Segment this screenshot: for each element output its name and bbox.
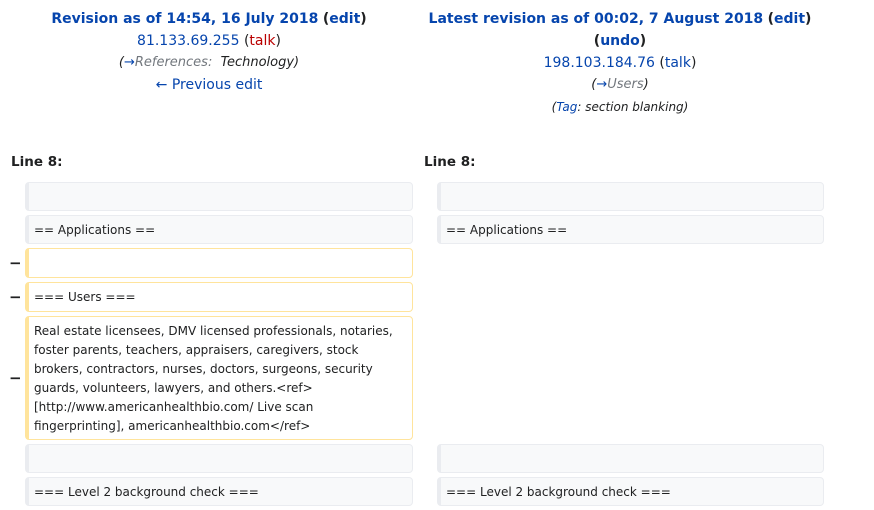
left-user-link[interactable]: 81.133.69.255 bbox=[137, 33, 239, 49]
deleted-line-cell bbox=[25, 248, 413, 278]
right-edit-link[interactable]: edit bbox=[774, 11, 805, 27]
left-user-line: 81.133.69.255 (talk) bbox=[137, 33, 281, 49]
deletion-marker: − bbox=[9, 254, 22, 272]
context-cell-left bbox=[25, 444, 413, 473]
left-edit-summary: (→References: Technology) bbox=[118, 55, 300, 70]
deletion-marker: − bbox=[9, 369, 22, 387]
context-cell-right bbox=[437, 444, 824, 473]
tag-link[interactable]: Tag bbox=[556, 100, 577, 114]
tag-line: (Tag: section blanking) bbox=[551, 100, 689, 114]
context-cell-right: === Level 2 background check === bbox=[437, 477, 824, 506]
deleted-line-cell: === Users === bbox=[25, 282, 413, 312]
right-user-line: 198.103.184.76 (talk) bbox=[543, 55, 697, 71]
right-section-arrow-link[interactable]: → bbox=[596, 77, 607, 92]
left-revision-header: Revision as of 14:54, 16 July 2018 (edit… bbox=[0, 8, 418, 96]
right-revision-title-line: Latest revision as of 00:02, 7 August 20… bbox=[428, 11, 812, 27]
right-section-name: Users bbox=[607, 77, 644, 92]
deleted-line-cell: Real estate licensees, DMV licensed prof… bbox=[25, 316, 413, 440]
left-edit-link[interactable]: edit bbox=[329, 11, 360, 27]
right-talk-link[interactable]: talk bbox=[665, 55, 691, 71]
right-revision-header: Latest revision as of 00:02, 7 August 20… bbox=[420, 8, 820, 118]
left-line-number: Line 8: bbox=[11, 154, 63, 170]
context-cell-right bbox=[437, 182, 824, 211]
left-section-arrow-link[interactable]: → bbox=[124, 55, 135, 70]
previous-edit-link[interactable]: ← Previous edit bbox=[156, 77, 263, 93]
context-cell-left bbox=[25, 182, 413, 211]
right-edit-summary: (→Users) bbox=[591, 77, 649, 92]
right-user-link[interactable]: 198.103.184.76 bbox=[544, 55, 655, 71]
left-section-name: References: bbox=[134, 55, 213, 70]
deletion-marker: − bbox=[9, 288, 22, 306]
left-revision-title[interactable]: Revision as of 14:54, 16 July 2018 bbox=[51, 11, 318, 27]
context-cell-left: === Level 2 background check === bbox=[25, 477, 413, 506]
context-cell-left: == Applications == bbox=[25, 215, 413, 244]
right-line-number: Line 8: bbox=[424, 154, 476, 170]
context-cell-right: == Applications == bbox=[437, 215, 824, 244]
left-summary-text: Technology bbox=[220, 55, 295, 70]
left-talk-link[interactable]: talk bbox=[249, 33, 275, 49]
tag-value: section blanking bbox=[585, 100, 684, 114]
right-revision-title[interactable]: Latest revision as of 00:02, 7 August 20… bbox=[429, 11, 764, 27]
left-revision-title-line: Revision as of 14:54, 16 July 2018 (edit… bbox=[51, 11, 367, 27]
undo-link[interactable]: undo bbox=[600, 33, 640, 49]
